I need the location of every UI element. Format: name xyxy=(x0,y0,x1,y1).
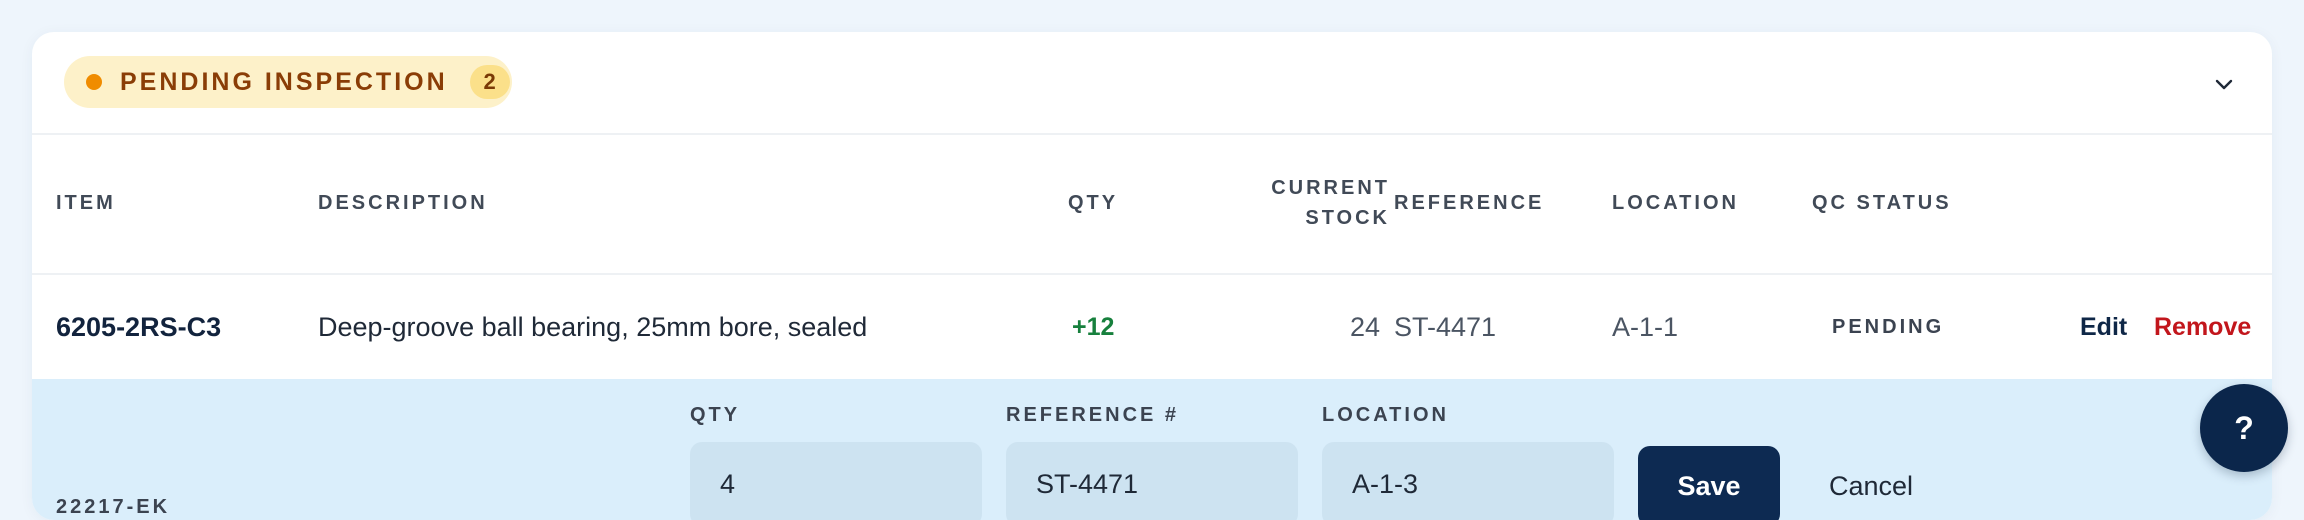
header-description: DESCRIPTION xyxy=(318,191,488,214)
inline-edit-panel: 22217-EK QTY REFERENCE # LOCATION Save C… xyxy=(32,379,2272,520)
row-current-stock: 24 xyxy=(1349,311,1380,342)
qty-input[interactable] xyxy=(690,442,982,520)
header-qty: QTY xyxy=(1068,191,1119,214)
status-badge: PENDING INSPECTION 2 xyxy=(64,56,512,108)
cancel-button[interactable]: Cancel xyxy=(1806,446,1936,520)
card-header: PENDING INSPECTION 2 xyxy=(32,32,2272,135)
row-description: Deep-groove ball bearing, 25mm bore, sea… xyxy=(318,311,868,342)
status-count-badge: 2 xyxy=(469,65,510,99)
header-reference: REFERENCE xyxy=(1394,191,1545,214)
location-field-label: LOCATION xyxy=(1322,404,1449,426)
help-icon: ? xyxy=(2234,409,2254,446)
reference-input[interactable] xyxy=(1006,442,1298,520)
edit-link[interactable]: Edit xyxy=(2080,275,2127,379)
help-button[interactable]: ? xyxy=(2200,384,2288,472)
pending-inspection-card: PENDING INSPECTION 2 ITEM DESCRIPTION QT… xyxy=(32,32,2272,520)
header-current-stock: CURRENT STOCK xyxy=(1222,133,1390,273)
row-reference: ST-4471 xyxy=(1394,311,1497,342)
header-current-stock-line2: STOCK xyxy=(1305,207,1390,229)
header-location: LOCATION xyxy=(1612,191,1739,214)
qty-field-label: QTY xyxy=(690,404,741,426)
save-button[interactable]: Save xyxy=(1638,446,1780,520)
table-row: 6205-2RS-C3 Deep-groove ball bearing, 25… xyxy=(32,275,2272,379)
row-qc-status-badge: PENDING xyxy=(1832,315,1945,338)
location-input[interactable] xyxy=(1322,442,1614,520)
row-item: 6205-2RS-C3 xyxy=(56,311,222,342)
status-dot-icon xyxy=(86,74,102,90)
chevron-down-icon xyxy=(2215,79,2233,90)
header-current-stock-line1: CURRENT xyxy=(1271,177,1390,199)
collapse-button[interactable] xyxy=(2204,64,2244,104)
reference-field-label: REFERENCE # xyxy=(1006,404,1180,426)
header-qc-status: QC STATUS xyxy=(1812,191,1952,214)
remove-link[interactable]: Remove xyxy=(2154,275,2251,379)
row-qty: +12 xyxy=(1072,312,1115,341)
row-location: A-1-1 xyxy=(1612,311,1679,342)
edit-item-id: 22217-EK xyxy=(56,496,171,518)
header-item: ITEM xyxy=(56,191,116,214)
status-label: PENDING INSPECTION xyxy=(120,67,448,96)
